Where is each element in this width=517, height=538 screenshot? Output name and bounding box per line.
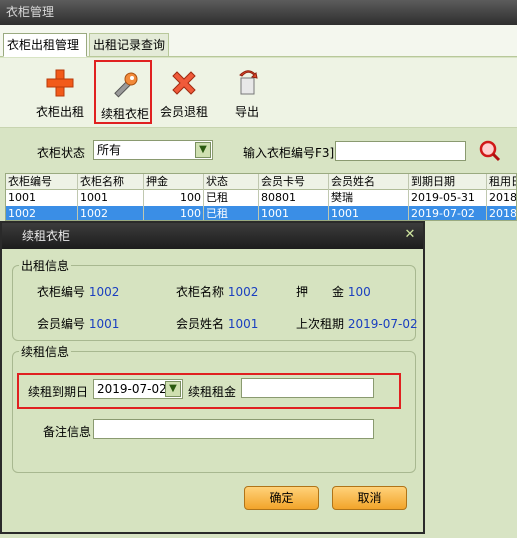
column-header[interactable]: 到期日期 xyxy=(409,174,487,190)
table-row-selected[interactable]: 1002 1002 100 已租 1001 1001 2019-07-02 20… xyxy=(6,206,516,220)
column-header[interactable]: 衣柜名称 xyxy=(78,174,144,190)
table-cell: 100 xyxy=(144,190,204,206)
plus-icon xyxy=(46,69,74,97)
remark-input[interactable] xyxy=(93,419,374,439)
table-header: 衣柜编号 衣柜名称 押金 状态 会员卡号 会员姓名 到期日期 租用日期 xyxy=(6,174,516,190)
ok-button[interactable]: 确定 xyxy=(244,486,319,510)
deposit-field: 押 金 100 xyxy=(296,285,371,299)
member-return-button[interactable]: 会员退租 xyxy=(155,60,213,124)
renew-info-title: 续租信息 xyxy=(19,343,72,360)
cabinet-table: 衣柜编号 衣柜名称 押金 状态 会员卡号 会员姓名 到期日期 租用日期 1001… xyxy=(5,173,517,221)
tab-rent-records[interactable]: 出租记录查询 xyxy=(89,33,169,57)
export-button[interactable]: 导出 xyxy=(218,60,276,124)
column-header[interactable]: 衣柜编号 xyxy=(6,174,78,190)
search-icon[interactable] xyxy=(479,140,501,162)
renew-dialog: 续租衣柜 ✕ 出租信息 衣柜编号 1002 衣柜名称 1002 押 金 100 … xyxy=(0,221,425,534)
table-cell: 1001 xyxy=(78,190,144,206)
status-select[interactable]: 所有 ▼ xyxy=(93,140,213,160)
member-name-field: 会员姓名 1001 xyxy=(176,317,259,331)
column-header[interactable]: 押金 xyxy=(144,174,204,190)
table-cell: 2018- xyxy=(487,206,516,220)
table-cell: 2018- xyxy=(487,190,516,206)
member-return-label: 会员退租 xyxy=(159,105,208,119)
table-cell: 2019-07-02 xyxy=(409,206,487,220)
export-label: 导出 xyxy=(234,105,259,119)
last-rent-date-field: 上次租期 2019-07-02 xyxy=(296,317,418,331)
rent-cabinet-label: 衣柜出租 xyxy=(35,105,84,119)
chevron-down-icon[interactable]: ▼ xyxy=(195,142,211,158)
table-cell: 樊瑞 xyxy=(329,190,409,206)
table-cell: 1001 xyxy=(6,190,78,206)
table-cell: 1002 xyxy=(78,206,144,220)
table-cell: 1002 xyxy=(6,206,78,220)
cross-icon xyxy=(172,71,196,95)
rent-info-title: 出租信息 xyxy=(19,257,72,274)
renew-info-group: 续租信息 xyxy=(12,343,416,473)
renew-fee-input[interactable] xyxy=(241,378,374,398)
renew-cabinet-label: 续租衣柜 xyxy=(100,107,149,121)
renew-cabinet-button[interactable]: 续租衣柜 xyxy=(94,60,152,124)
column-header[interactable]: 会员卡号 xyxy=(259,174,329,190)
window-titlebar: 衣柜管理 xyxy=(0,0,517,25)
rent-info-group: 出租信息 衣柜编号 1002 衣柜名称 1002 押 金 100 会员编号 10… xyxy=(12,257,418,341)
status-label: 衣柜状态 xyxy=(37,146,86,160)
chevron-down-icon[interactable]: ▼ xyxy=(165,381,181,397)
wrench-icon xyxy=(114,72,138,98)
column-header[interactable]: 会员姓名 xyxy=(329,174,409,190)
column-header[interactable]: 状态 xyxy=(204,174,259,190)
column-header[interactable]: 租用日期 xyxy=(487,174,516,190)
search-label: 输入衣柜编号F3] xyxy=(243,146,335,160)
dialog-titlebar: 续租衣柜 xyxy=(2,223,423,249)
due-date-picker[interactable]: 2019-07-02 ▼ xyxy=(93,379,183,399)
table-cell: 1001 xyxy=(329,206,409,220)
table-cell: 已租 xyxy=(204,206,259,220)
member-no-field: 会员编号 1001 xyxy=(37,317,120,331)
close-icon[interactable]: ✕ xyxy=(403,228,417,242)
tab-bar: 衣柜出租管理 出租记录查询 xyxy=(0,25,517,57)
table-cell: 2019-05-31 xyxy=(409,190,487,206)
table-cell: 已租 xyxy=(204,190,259,206)
renew-fee-label: 续租租金 xyxy=(188,385,237,399)
cabinet-no-field: 衣柜编号 1002 xyxy=(37,285,120,299)
tab-rent-management[interactable]: 衣柜出租管理 xyxy=(3,33,87,57)
remark-label: 备注信息 xyxy=(43,425,92,439)
cancel-button[interactable]: 取消 xyxy=(332,486,407,510)
dialog-title: 续租衣柜 xyxy=(22,229,71,243)
table-cell: 80801 xyxy=(259,190,329,206)
window-title: 衣柜管理 xyxy=(6,5,55,19)
table-cell: 100 xyxy=(144,206,204,220)
status-select-value: 所有 xyxy=(97,143,122,157)
table-cell: 1001 xyxy=(259,206,329,220)
due-date-label: 续租到期日 xyxy=(28,385,89,399)
cabinet-search-input[interactable] xyxy=(335,141,466,161)
rent-cabinet-button[interactable]: 衣柜出租 xyxy=(31,60,89,124)
table-row[interactable]: 1001 1001 100 已租 80801 樊瑞 2019-05-31 201… xyxy=(6,190,516,206)
cabinet-name-field: 衣柜名称 1002 xyxy=(176,285,259,299)
due-date-value: 2019-07-02 xyxy=(97,382,167,396)
toolbar: 衣柜出租 续租衣柜 会员退租 导出 xyxy=(0,58,517,128)
export-icon xyxy=(239,70,258,95)
